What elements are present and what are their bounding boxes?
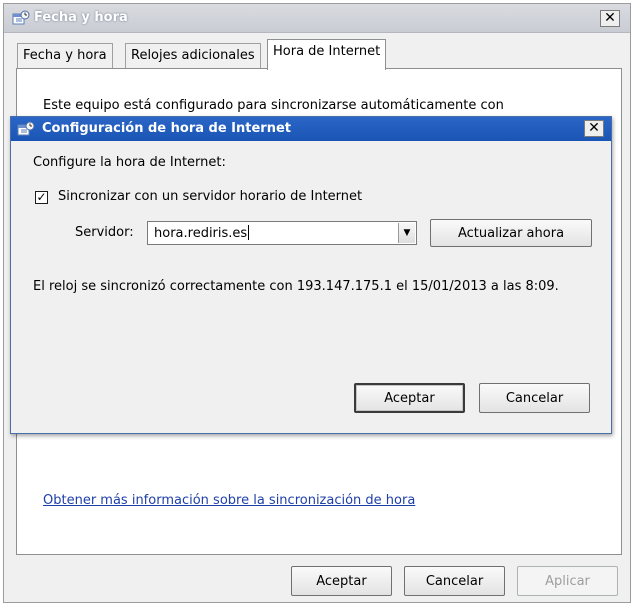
- server-input[interactable]: hora.rediris.es: [154, 225, 250, 241]
- dialog-cancel-button[interactable]: Cancelar: [479, 383, 590, 413]
- tab-relojes-adicionales[interactable]: Relojes adicionales: [125, 43, 261, 69]
- server-label: Servidor:: [75, 225, 134, 240]
- chevron-down-icon[interactable]: ▼: [398, 223, 415, 243]
- tab-fecha-y-hora[interactable]: Fecha y hora: [17, 43, 113, 69]
- dialog-heading: Configure la hora de Internet:: [33, 155, 226, 170]
- window-title: Fecha y hora: [34, 10, 128, 25]
- update-now-button[interactable]: Actualizar ahora: [430, 219, 592, 247]
- ok-button[interactable]: Aceptar: [291, 566, 392, 596]
- close-icon[interactable]: ✕: [584, 120, 604, 137]
- tab-hora-de-internet[interactable]: Hora de Internet: [267, 39, 387, 70]
- internet-time-settings-dialog: Configuración de hora de Internet ✕ Conf…: [10, 116, 612, 434]
- sync-checkbox[interactable]: ✓: [35, 191, 48, 204]
- sync-status-text: El reloj se sincronizó correctamente con…: [33, 279, 559, 294]
- sync-info-link[interactable]: Obtener más información sobre la sincron…: [43, 493, 415, 508]
- calendar-clock-icon: [12, 10, 30, 26]
- calendar-clock-icon: [17, 121, 35, 137]
- sync-checkbox-label: Sincronizar con un servidor horario de I…: [58, 189, 363, 204]
- dialog-ok-button[interactable]: Aceptar: [354, 383, 465, 413]
- server-combobox[interactable]: hora.rediris.es ▼: [147, 221, 417, 245]
- close-icon[interactable]: ✕: [600, 10, 620, 27]
- dialog-title-bar[interactable]: Configuración de hora de Internet ✕: [11, 117, 611, 141]
- window-title-bar[interactable]: Fecha y hora ✕: [4, 4, 630, 33]
- cancel-button[interactable]: Cancelar: [404, 566, 505, 596]
- dialog-title: Configuración de hora de Internet: [42, 121, 291, 136]
- apply-button[interactable]: Aplicar: [517, 566, 618, 596]
- sync-description: Este equipo está configurado para sincro…: [43, 98, 504, 113]
